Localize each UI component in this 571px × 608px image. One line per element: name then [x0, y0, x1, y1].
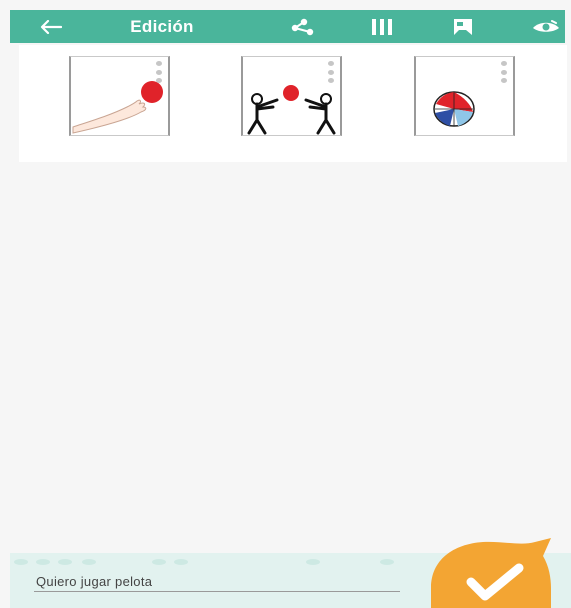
hand-throwing-ball-picto [72, 81, 163, 134]
decorative-dot [306, 559, 320, 565]
phrase-underline [34, 591, 400, 592]
decorative-dot [174, 559, 188, 565]
columns-icon [372, 18, 392, 35]
top-toolbar: Edición [10, 10, 565, 43]
board-button[interactable] [450, 10, 476, 43]
preview-button[interactable] [528, 10, 564, 43]
arrow-left-icon [40, 19, 62, 34]
eye-icon [533, 19, 559, 32]
pictogram-card-3[interactable] [414, 56, 515, 136]
beach-ball-picto [433, 91, 475, 127]
confirm-button[interactable] [431, 538, 551, 608]
two-people-playing-ball-picto [247, 85, 336, 135]
share-button[interactable] [289, 10, 317, 43]
card-menu-icon[interactable] [155, 61, 163, 83]
decorative-dot [36, 559, 50, 565]
decorative-dot [58, 559, 72, 565]
share-icon [291, 18, 314, 35]
decorative-dot [82, 559, 96, 565]
decorative-dot [14, 559, 28, 565]
pictogram-card-1[interactable] [69, 56, 170, 136]
columns-button[interactable] [367, 10, 397, 43]
board-icon [454, 18, 472, 35]
pictogram-strip [19, 45, 567, 162]
decorative-dot [380, 559, 394, 565]
decorative-dot [152, 559, 166, 565]
back-button[interactable] [36, 10, 66, 43]
phrase-text: Quiero jugar pelota [36, 574, 153, 589]
card-menu-icon[interactable] [327, 61, 335, 83]
page-title: Edición [130, 16, 194, 36]
check-icon [431, 538, 551, 608]
pictogram-card-2[interactable] [241, 56, 342, 136]
card-menu-icon[interactable] [500, 61, 508, 83]
